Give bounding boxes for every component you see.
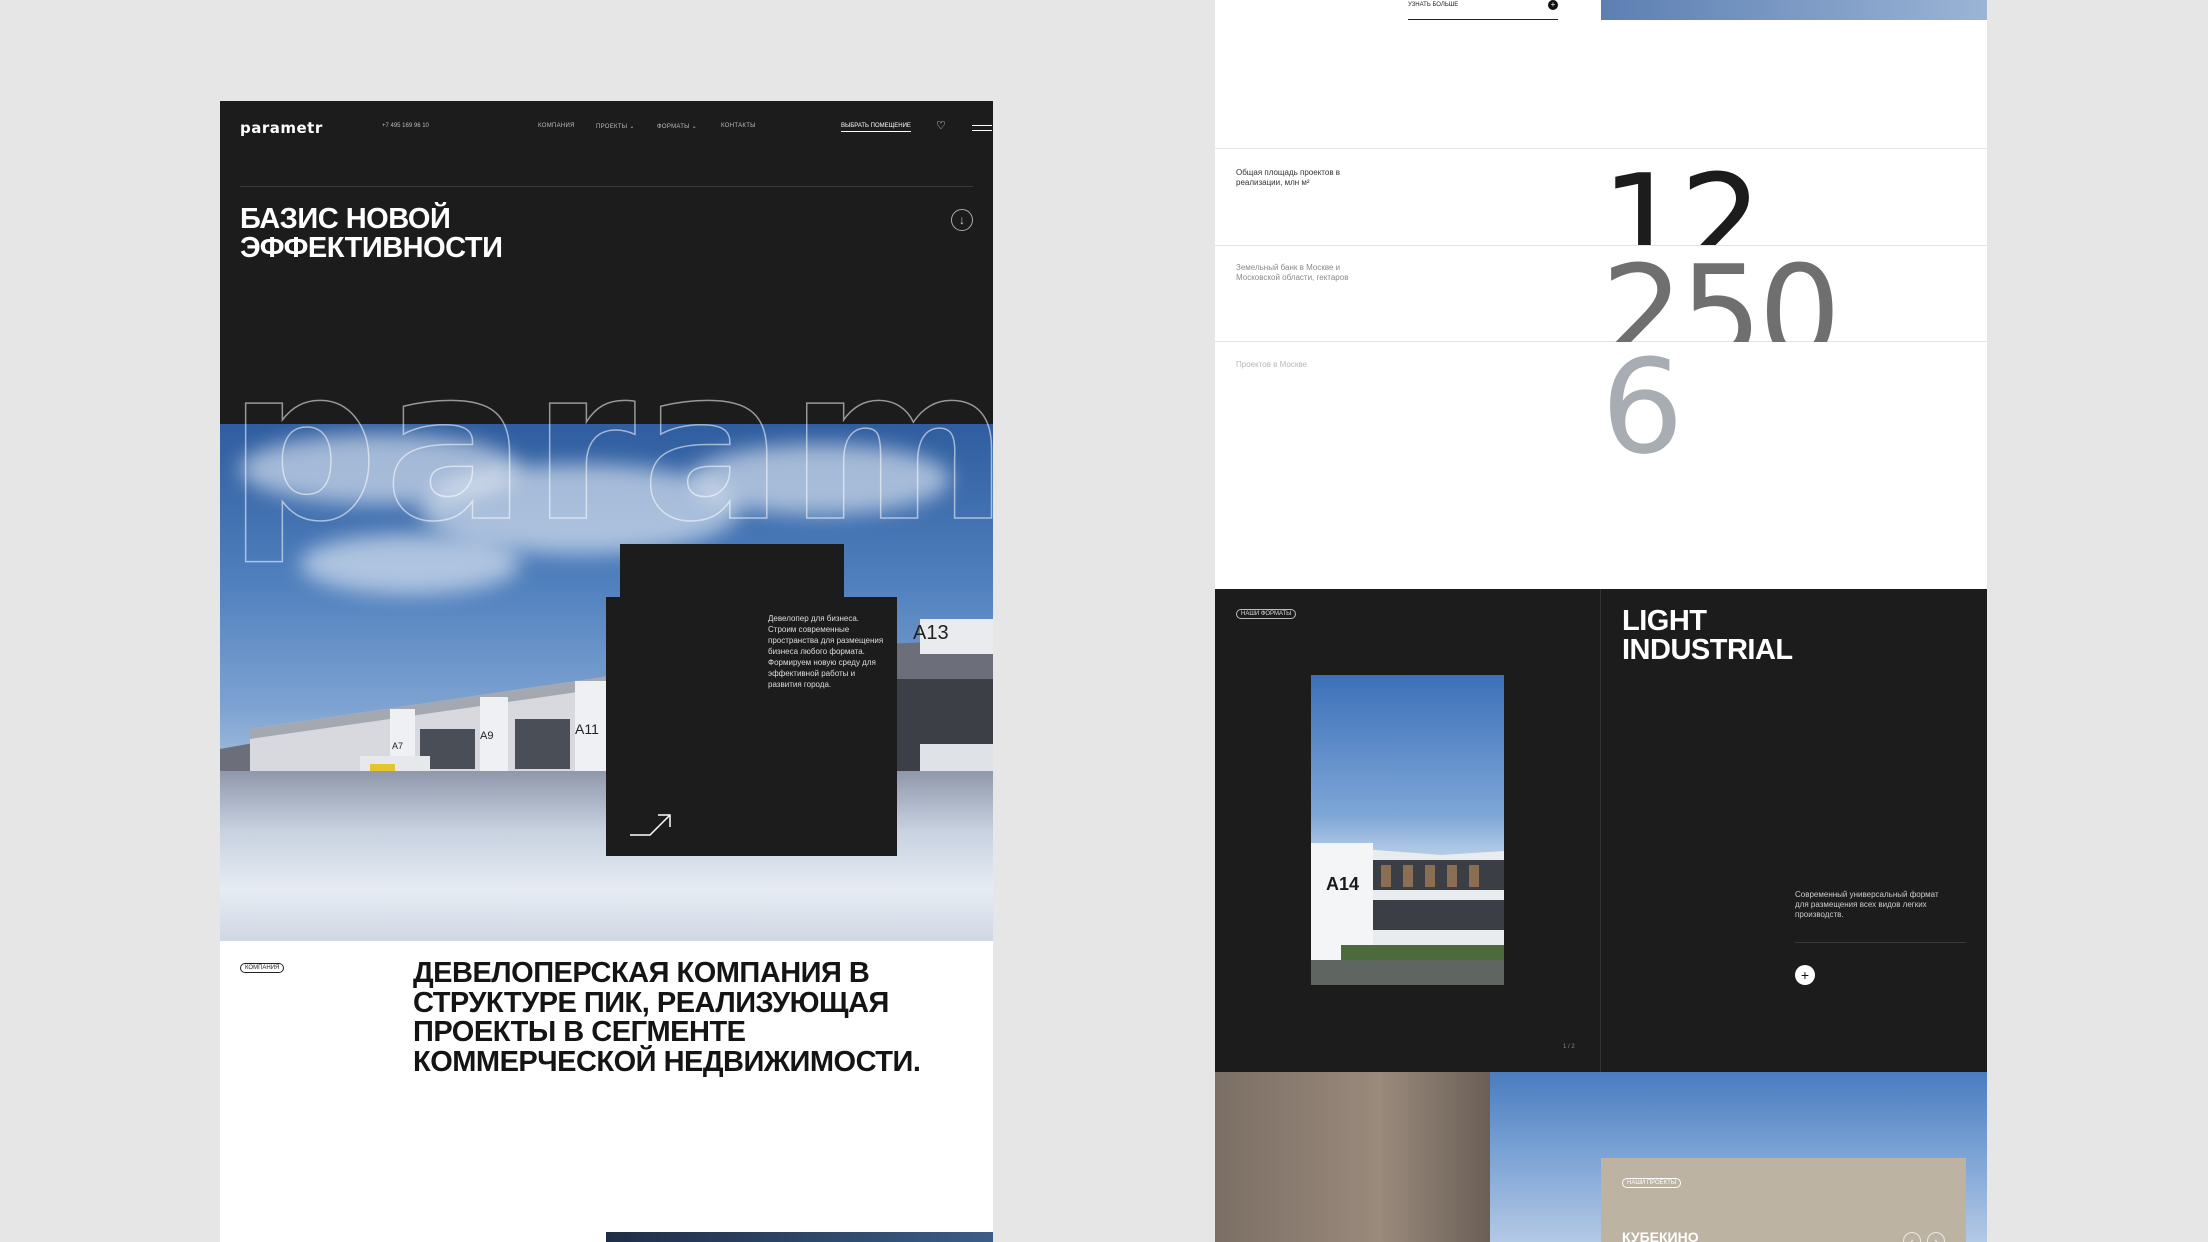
format-building-photo[interactable]: A14 xyxy=(1311,675,1504,985)
stat-label: Проектов в Москве xyxy=(1236,360,1307,369)
nav-link-contacts[interactable]: КОНТАКТЫ xyxy=(721,123,756,129)
building-illustration: A14 xyxy=(1311,843,1504,985)
hero-title: БАЗИС НОВОЙ ЭФФЕКТИВНОСТИ xyxy=(240,203,503,264)
phone-number[interactable]: +7 495 169 96 10 xyxy=(382,123,429,129)
stat-value-clip: 12 xyxy=(1601,149,1987,245)
arrow-down-icon[interactable]: ↓ xyxy=(951,209,973,231)
top-navigation: parametr +7 495 169 96 10 КОМПАНИЯ ПРОЕК… xyxy=(240,115,992,145)
format-divider xyxy=(1795,942,1966,943)
menu-icon[interactable] xyxy=(972,125,992,131)
choose-space-link[interactable]: ВЫБРАТЬ ПОМЕЩЕНИЕ xyxy=(841,123,911,132)
projects-badge: НАШИ ПРОЕКТЫ xyxy=(1622,1178,1682,1188)
formats-badge: НАШИ ФОРМАТЫ xyxy=(1236,609,1297,619)
plus-icon: + xyxy=(1548,0,1558,10)
header-divider xyxy=(240,186,973,187)
stat-value: 6 xyxy=(1601,342,1684,472)
project-facade-photo xyxy=(1215,1072,1490,1242)
chevron-left-icon[interactable]: ‹ xyxy=(1903,1232,1921,1242)
format-description: Современный универсальный формат для раз… xyxy=(1795,890,1939,919)
company-description: ДЕВЕЛОПЕРСКАЯ КОМПАНИЯ В СТРУКТУРЕ ПИК, … xyxy=(413,957,921,1078)
info-card-step xyxy=(620,544,844,604)
project-card[interactable]: НАШИ ПРОЕКТЫ КУБЕКИНО ‹ › xyxy=(1601,1158,1966,1242)
building-label: A14 xyxy=(1326,874,1359,894)
nav-link-company[interactable]: КОМПАНИЯ xyxy=(538,123,575,129)
format-title: LIGHT INDUSTRIAL xyxy=(1622,605,1793,666)
formats-section: НАШИ ФОРМАТЫ A14 1 / 2 LIGHT INDUSTRIAL … xyxy=(1215,589,1987,1072)
stat-value: 12 xyxy=(1601,149,1762,245)
inner-page-artboard: УЗНАТЬ БОЛЬШЕ + Общая площадь проектов в… xyxy=(1215,0,1987,1242)
info-card-text: Девелопер для бизнеса. Строим современны… xyxy=(768,614,884,689)
nav-link-projects[interactable]: ПРОЕКТЫ ⌄ xyxy=(596,123,635,130)
building-label: A13 xyxy=(913,622,949,644)
stat-value-clip: 6 xyxy=(1601,342,1987,472)
building-label: A9 xyxy=(480,730,493,742)
building-label: A11 xyxy=(575,721,599,737)
company-badge: КОМПАНИЯ xyxy=(240,963,285,973)
stat-label: Земельный банк в Москве и Московской обл… xyxy=(1236,263,1349,282)
project-title: КУБЕКИНО xyxy=(1622,1229,1699,1242)
heart-icon[interactable]: ♡ xyxy=(936,119,946,132)
learn-more-link[interactable]: УЗНАТЬ БОЛЬШЕ + xyxy=(1408,0,1558,20)
brand-logo[interactable]: parametr xyxy=(240,119,323,137)
slider-pager: 1 / 2 xyxy=(1563,1044,1575,1050)
homepage-artboard: A9 A11 A7 A13 param parametr +7 495 169 … xyxy=(220,101,993,1242)
formats-divider xyxy=(1600,589,1601,1072)
outline-brand-word: param xyxy=(227,323,993,568)
stat-value: 250 xyxy=(1601,246,1841,342)
chevron-right-icon[interactable]: › xyxy=(1927,1232,1945,1242)
projects-section: НАШИ ПРОЕКТЫ КУБЕКИНО ‹ › xyxy=(1215,1072,1987,1242)
stat-value-clip: 250 xyxy=(1601,246,1987,342)
arrow-up-right-icon[interactable] xyxy=(628,811,674,837)
nav-link-formats[interactable]: ФОРМАТЫ ⌄ xyxy=(657,123,697,130)
plus-icon[interactable]: + xyxy=(1795,965,1815,985)
top-photo-strip xyxy=(1601,0,1987,20)
learn-more-label: УЗНАТЬ БОЛЬШЕ xyxy=(1408,2,1459,8)
hero-section: A9 A11 A7 A13 param parametr +7 495 169 … xyxy=(220,101,993,941)
stat-label: Общая площадь проектов в реализации, млн… xyxy=(1236,168,1341,187)
building-label: A7 xyxy=(392,741,403,751)
next-section-photo xyxy=(606,1232,993,1242)
